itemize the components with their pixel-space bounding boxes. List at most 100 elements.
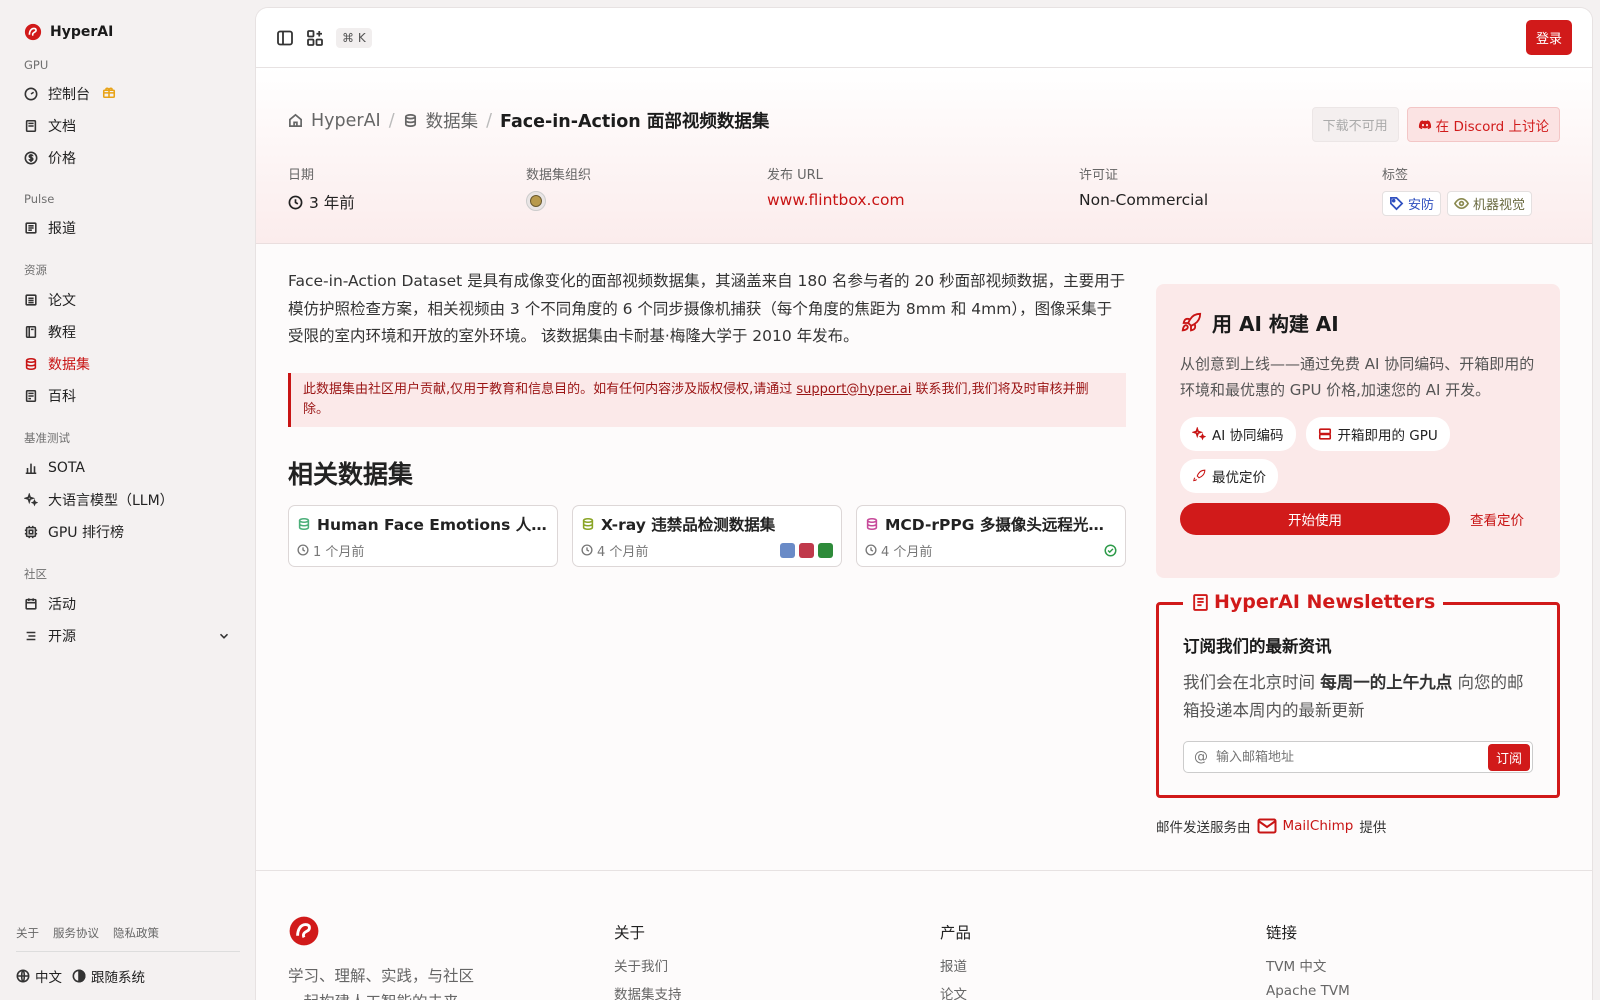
sidebar-item-papers[interactable]: 论文 (16, 284, 239, 316)
sidebar-item-pricing[interactable]: 价格 (16, 142, 239, 174)
chip-label: AI 协同编码 (1212, 428, 1284, 444)
sidebar-item-sota[interactable]: SOTA (16, 452, 239, 484)
brand-name: HyperAI (50, 24, 114, 40)
database-icon (404, 114, 416, 127)
list-icon (26, 631, 36, 641)
dataset-description: Face-in-Action Dataset 是具有成像变化的面部视频数据集，其… (288, 272, 1126, 345)
main-panel: ⌘ K 登录 HyperAI / 数据集 / Face-in-Action 面部… (256, 8, 1592, 1000)
section-gpu: GPU (24, 58, 49, 72)
provider-text: 邮件发送服务由 (1156, 820, 1251, 836)
related-dataset-card[interactable]: X-ray 违禁品检测数据集 4 个月前 (572, 504, 842, 567)
language-switcher[interactable]: 中文 (16, 966, 62, 986)
related-datasets-heading: 相关数据集 (288, 459, 414, 489)
newsletter-legend-text: HyperAI Newsletters (1214, 591, 1436, 613)
chip-gpu: 开箱即用的 GPU (1305, 417, 1450, 451)
topbar: ⌘ K 登录 (256, 8, 1592, 68)
card-time: 1 个月前 (313, 544, 365, 560)
brand[interactable]: HyperAI (16, 20, 239, 44)
dataset-content: Face-in-Action Dataset 是具有成像变化的面部视频数据集，其… (288, 268, 1126, 567)
dollar-icon (24, 151, 38, 165)
footer-col-title: 产品 (940, 924, 972, 942)
book-open-icon (25, 389, 37, 403)
card-meta: 1 个月前 (297, 541, 549, 560)
dataset-header: HyperAI / 数据集 / Face-in-Action 面部视频数据集 下… (256, 68, 1592, 244)
login-button[interactable]: 登录 (1525, 20, 1572, 55)
footer-logo[interactable] (288, 915, 320, 951)
breadcrumb-datasets[interactable]: 数据集 (426, 108, 479, 133)
section-community: 社区 (24, 567, 47, 581)
newspaper-icon (1193, 593, 1208, 611)
promo-description: 从创意到上线——通过免费 AI 协同编码、开箱即用的环境和最优惠的 GPU 价格… (1180, 355, 1535, 399)
meta-license: 许可证 Non-Commercial (1079, 164, 1208, 209)
publish-url-link[interactable]: www.flintbox.com (767, 191, 905, 209)
discord-button[interactable]: 在 Discord 上讨论 (1406, 107, 1560, 142)
sidebar-item-news[interactable]: 报道 (16, 212, 239, 244)
database-icon (298, 517, 310, 530)
meta-label: 许可证 (1079, 168, 1119, 183)
chevron-down-icon[interactable] (217, 629, 231, 643)
meta-label: 发布 URL (767, 168, 823, 183)
footer-link[interactable]: 报道 (940, 955, 971, 975)
calendar-icon (25, 598, 37, 610)
support-email-link[interactable]: support@hyper.ai (796, 382, 911, 397)
download-button[interactable]: 下载不可用 (1311, 107, 1399, 142)
related-dataset-card[interactable]: Human Face Emotions 人… 1 个月前 (288, 504, 558, 567)
card-title: X-ray 违禁品检测数据集 (581, 513, 833, 535)
newsletter-schedule: 每周一的上午九点 (1320, 673, 1453, 692)
link-privacy[interactable]: 隐私政策 (113, 925, 159, 941)
org-logo-icon (818, 542, 833, 558)
sidebar-item-datasets[interactable]: 数据集 (16, 348, 239, 380)
section-pulse: Pulse (24, 192, 55, 206)
date-value: 3 年前 (309, 194, 355, 212)
theme-switcher[interactable]: 跟随系统 (72, 966, 145, 986)
sidebar-item-docs[interactable]: 文档 (16, 110, 239, 142)
footer-link[interactable]: TVM 中文 (1266, 955, 1350, 975)
related-dataset-card[interactable]: MCD-rPPG 多摄像头远程光… 4 个月前 (856, 504, 1126, 567)
get-started-button[interactable]: 开始使用 (1180, 503, 1450, 535)
footer-link[interactable]: 关于我们 (614, 955, 682, 975)
subscribe-button[interactable]: 订阅 (1487, 743, 1530, 771)
footer-link[interactable]: Apache TVM (1266, 983, 1350, 999)
at-sign-icon: @ (1194, 749, 1208, 765)
sidebar-item-label: GPU 排行榜 (48, 525, 124, 541)
sidebar-item-label: 开源 (48, 629, 76, 645)
sidebar-settings: 中文 跟随系统 (16, 966, 240, 986)
link-about[interactable]: 关于 (16, 925, 39, 941)
license-value: Non-Commercial (1079, 191, 1209, 209)
footer-link[interactable]: 论文 (940, 983, 971, 1000)
meta-value: www.flintbox.com (767, 191, 905, 209)
page-footer: 学习、理解、实践，与社区一起构建人工智能的未来 关于 关于我们 数据集支持 产品… (256, 870, 1592, 1000)
mailchimp-link[interactable]: MailChimp (1283, 818, 1354, 834)
sidebar-item-events[interactable]: 活动 (16, 588, 239, 620)
command-palette-icon[interactable] (306, 29, 324, 47)
sidebar-toggle-icon[interactable] (276, 29, 294, 47)
breadcrumb-home[interactable]: HyperAI (311, 111, 381, 131)
sidebar-item-console[interactable]: 控制台 (16, 78, 239, 110)
tag-security[interactable]: 安防 (1382, 191, 1442, 216)
page-title: Face-in-Action 面部视频数据集 (500, 112, 770, 132)
newsletter-desc-text: 我们会在北京时间 (1183, 673, 1321, 692)
footer-link[interactable]: 数据集支持 (614, 983, 682, 1000)
view-pricing-link[interactable]: 查看定价 (1470, 509, 1524, 529)
email-field[interactable] (1216, 749, 1488, 765)
provider-text: 提供 (1359, 820, 1387, 836)
sidebar-item-label: 教程 (48, 325, 76, 341)
tag-label: 机器视觉 (1473, 198, 1526, 213)
sidebar-footer: 关于 服务协议 隐私政策 中文 跟随系统 (16, 925, 240, 986)
sidebar-item-label: 报道 (48, 221, 76, 237)
meta-label: 数据集组织 (526, 168, 592, 183)
sidebar-item-gpu-rank[interactable]: GPU 排行榜 (16, 516, 239, 548)
sidebar-item-tutorials[interactable]: 教程 (16, 316, 239, 348)
promo-card: 用 AI 构建 AI 从创意到上线——通过免费 AI 协同编码、开箱即用的环境和… (1156, 284, 1560, 578)
link-terms[interactable]: 服务协议 (53, 925, 99, 941)
meta-org: 数据集组织 (526, 164, 591, 211)
sidebar-item-opensource[interactable]: 开源 (16, 620, 239, 652)
sidebar-item-llm[interactable]: 大语言模型（LLM） (16, 484, 239, 516)
sidebar-item-wiki[interactable]: 百科 (16, 380, 239, 412)
card-title-text: Human Face Emotions 人… (317, 515, 547, 534)
meta-url: 发布 URL www.flintbox.com (767, 164, 905, 209)
org-avatar[interactable] (526, 191, 546, 211)
server-icon (1318, 428, 1331, 440)
rocket-icon (1181, 312, 1202, 331)
tag-machine-vision[interactable]: 机器视觉 (1447, 191, 1533, 216)
